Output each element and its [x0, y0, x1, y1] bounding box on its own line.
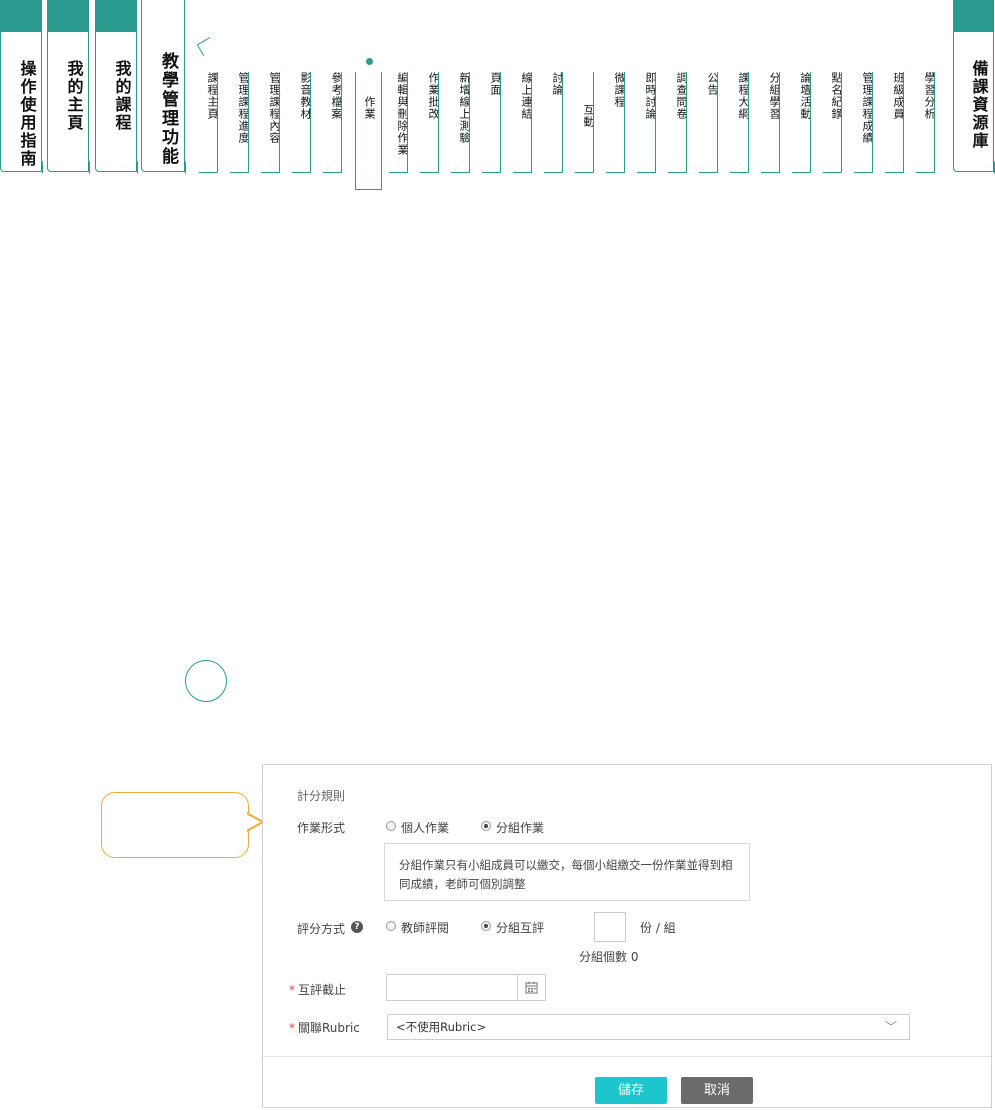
rubric-select[interactable]: <不使用Rubric> ﹀ [387, 1014, 910, 1040]
sub-item-divider [513, 72, 532, 173]
tab-teaching-management[interactable]: 教學管理功能 [141, 0, 185, 172]
tab-cap [954, 0, 993, 32]
sub-item-course-content[interactable]: 管理課程內容 [261, 72, 283, 173]
sub-item-divider [699, 72, 718, 173]
tab-resource-library[interactable]: 備課資源庫 [953, 0, 994, 172]
peer-review-deadline-label: * 互評截止 [289, 981, 346, 998]
callout-tail-fill [246, 814, 261, 830]
per-group-unit: 份 / 組 [640, 921, 676, 935]
sub-item-video-materials[interactable]: 影音教材 [292, 72, 314, 173]
sub-item-divider [606, 72, 625, 173]
calendar-icon[interactable] [517, 975, 545, 1000]
sub-item-divider [420, 72, 439, 173]
required-mark: * [289, 983, 295, 997]
sub-item-divider [637, 72, 656, 173]
sub-item-divider [761, 72, 780, 173]
sub-item-class-members[interactable]: 班級成員 [885, 72, 907, 173]
sub-item-divider [668, 72, 687, 173]
rubric-label-text: 關聯Rubric [298, 1021, 360, 1035]
sub-item-survey[interactable]: 調查問卷 [668, 72, 690, 173]
section-title: 計分規則 [297, 789, 346, 803]
sub-item-label: 作業 [363, 96, 376, 120]
tab-my-courses[interactable]: 我的課程 [95, 0, 137, 172]
reviews-per-group-input[interactable] [594, 912, 626, 942]
sub-item-divider [389, 72, 408, 173]
peer-review-deadline-input[interactable] [386, 974, 546, 1001]
tab-label: 我的課程 [112, 60, 132, 132]
active-indicator-dot [366, 58, 373, 65]
sub-item-divider [199, 72, 218, 173]
sub-item-online-links[interactable]: 線上連結 [513, 72, 535, 173]
sub-item-live-discussion[interactable]: 即時討論 [637, 72, 659, 173]
tab-cap [48, 0, 88, 32]
sub-item-announcements[interactable]: 公告 [699, 72, 721, 173]
tab-my-home[interactable]: 我的主頁 [47, 0, 89, 172]
callout-bubble [101, 792, 249, 858]
group-count-text: 分組個數 0 [579, 950, 639, 964]
assignment-type-label: 作業形式 [297, 821, 346, 835]
sub-item-reference-files[interactable]: 參考檔案 [323, 72, 345, 173]
group-assignment-radio[interactable] [481, 821, 491, 831]
sub-item-divider [730, 72, 749, 173]
sub-item-discussion[interactable]: 討論 [544, 72, 566, 173]
help-icon[interactable]: ? [351, 921, 363, 933]
rubric-label: * 關聯Rubric [289, 1019, 360, 1036]
tab-label: 備課資源庫 [969, 60, 989, 150]
sub-item-divider [916, 72, 935, 173]
group-assignment-label[interactable]: 分組作業 [496, 819, 544, 836]
sub-item-divider [261, 72, 280, 173]
sub-item-divider [792, 72, 811, 173]
sub-item-group-learning[interactable]: 分組學習 [761, 72, 783, 173]
step-marker-circle [185, 660, 227, 702]
sub-item-grading[interactable]: 作業批改 [420, 72, 442, 173]
tab-cap [1, 0, 41, 32]
sub-item-divider [885, 72, 904, 173]
teacher-review-radio[interactable] [386, 921, 396, 931]
individual-assignment-label[interactable]: 個人作業 [401, 819, 449, 836]
teacher-review-label[interactable]: 教師評閱 [401, 919, 449, 936]
tab-label: 我的主頁 [64, 60, 84, 132]
sub-item-divider [230, 72, 249, 173]
sub-item-divider [575, 72, 594, 173]
sub-item-attendance[interactable]: 點名紀錄 [823, 72, 845, 173]
sub-item-divider [482, 72, 501, 173]
submenu-connector [196, 37, 217, 56]
sub-item-course-grades[interactable]: 管理課程成績 [854, 72, 876, 173]
tab-cap [96, 0, 136, 32]
sub-item-syllabus[interactable]: 課程大綱 [730, 72, 752, 173]
chevron-down-icon: ﹀ [884, 1020, 897, 1034]
peer-review-deadline-text: 互評截止 [298, 983, 347, 997]
individual-assignment-radio[interactable] [386, 821, 396, 831]
sub-item-pages[interactable]: 頁面 [482, 72, 504, 173]
tab-guide[interactable]: 操作使用指南 [0, 0, 42, 172]
sub-item-course-progress[interactable]: 管理課程進度 [230, 72, 252, 173]
sub-item-course-home[interactable]: 課程主頁 [199, 72, 221, 173]
sub-item-forum-activities[interactable]: 論壇活動 [792, 72, 814, 173]
tab-label: 操作使用指南 [17, 60, 37, 168]
required-mark: * [289, 1021, 295, 1035]
sub-item-divider [451, 72, 470, 173]
grading-method-label: 評分方式 [297, 922, 346, 936]
sub-item-divider [544, 72, 563, 173]
sub-item-divider [292, 72, 311, 173]
sub-item-assignments[interactable]: 作業 [362, 96, 378, 120]
tab-label: 教學管理功能 [158, 52, 178, 166]
sub-item-micro-course[interactable]: 微課程 [606, 72, 628, 173]
sub-item-learning-analytics[interactable]: 學習分析 [916, 72, 938, 173]
sub-item-interaction[interactable]: 互動 [575, 72, 597, 173]
cancel-button[interactable]: 取消 [681, 1077, 753, 1104]
sub-item-divider [323, 72, 342, 173]
active-sub-item-frame [355, 72, 382, 190]
group-assignment-tooltip: 分組作業只有小組成員可以繳交，每個小組繳交一份作業並得到相同成績，老師可個別調整 [384, 843, 750, 901]
footer-divider [263, 1056, 991, 1057]
sub-item-divider [823, 72, 842, 173]
peer-review-label[interactable]: 分組互評 [496, 919, 544, 936]
save-button[interactable]: 儲存 [595, 1077, 667, 1104]
peer-review-radio[interactable] [481, 921, 491, 931]
sub-item-edit-delete-assignments[interactable]: 編輯與刪除作業 [389, 72, 411, 173]
sub-item-new-online-quiz[interactable]: 新增線上測驗 [451, 72, 473, 173]
rubric-selected-value: <不使用Rubric> [396, 1020, 487, 1034]
sub-item-divider [854, 72, 873, 173]
